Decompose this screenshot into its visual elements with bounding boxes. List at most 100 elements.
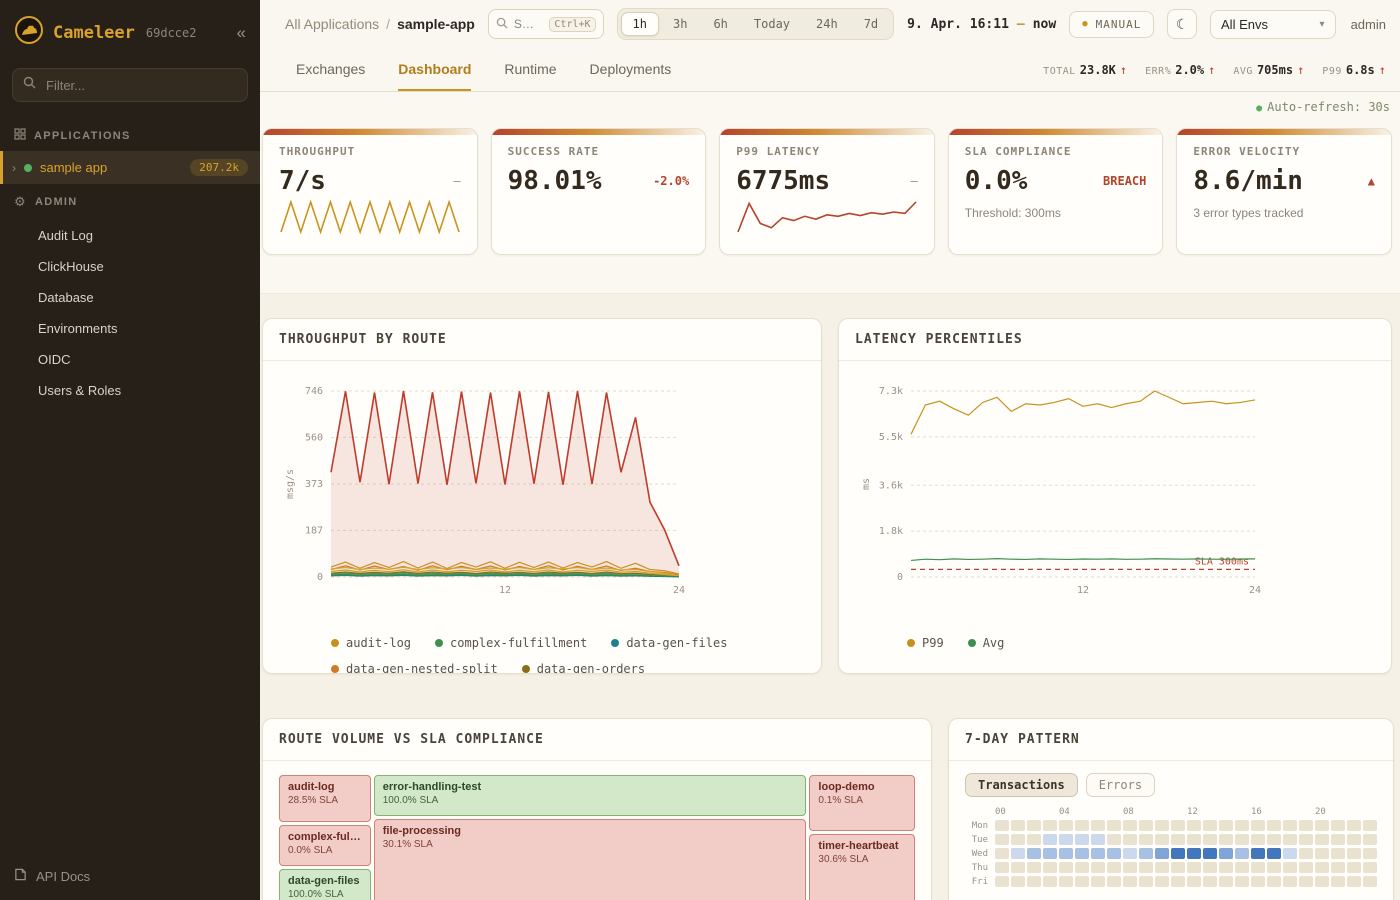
route-volume-sla-card: ROUTE VOLUME VS SLA COMPLIANCE audit-log… [262, 718, 932, 900]
user-menu[interactable]: admin [1351, 17, 1386, 32]
manual-refresh-button[interactable]: ● MANUAL [1069, 11, 1154, 38]
heatmap-cell [1267, 820, 1281, 831]
heatmap-cell [1363, 834, 1377, 845]
period-from: 9. Apr. 16:11 [907, 17, 1009, 32]
up-triangle-icon: ▲ [1368, 174, 1375, 188]
dashboard-content: ●Auto-refresh: 30s THROUGHPUT 7/s– SUCCE… [260, 92, 1400, 900]
sidebar-item-audit-log[interactable]: Audit Log [0, 220, 260, 251]
search-icon [496, 17, 508, 32]
legend-item-data-gen-files[interactable]: data-gen-files [611, 636, 727, 650]
kpi-value: 98.01% [508, 166, 602, 196]
heatmap-cell [1331, 848, 1345, 859]
time-period[interactable]: 9. Apr. 16:11 — now [907, 17, 1056, 32]
range-today[interactable]: Today [742, 12, 802, 36]
heatmap-cell [1139, 820, 1153, 831]
sidebar-filter-input[interactable] [44, 77, 237, 94]
heatmap-cell [1219, 876, 1233, 887]
kpi-error-velocity: ERROR VELOCITY 8.6/min▲ 3 error types tr… [1176, 128, 1392, 255]
dark-mode-toggle[interactable]: ☾ [1167, 9, 1197, 39]
route-legend: audit-log complex-fulfillment data-gen-fil… [279, 622, 805, 674]
card-title: 7-DAY PATTERN [965, 732, 1377, 747]
heatmap-cell [1283, 876, 1297, 887]
sidebar-collapse-button[interactable]: « [237, 23, 246, 43]
tab-exchanges[interactable]: Exchanges [296, 48, 365, 91]
legend-item-Avg[interactable]: Avg [968, 636, 1005, 650]
api-docs-link[interactable]: API Docs [0, 852, 260, 900]
heatmap-cell [1107, 820, 1121, 831]
svg-text:msg/s: msg/s [285, 469, 296, 499]
range-1h[interactable]: 1h [621, 12, 659, 36]
heatmap-cell [1123, 820, 1137, 831]
sidebar-item-users-roles[interactable]: Users & Roles [0, 375, 260, 406]
range-3h[interactable]: 3h [661, 12, 699, 36]
legend-item-data-gen-orders[interactable]: data-gen-orders [522, 662, 645, 674]
sidebar: Cameleer 69dcce2 « APPLICATIONS › sample… [0, 0, 260, 900]
charts-row: THROUGHPUT BY ROUTE 01873735607461224msg… [260, 294, 1400, 674]
heatmap-cell [1155, 848, 1169, 859]
treemap-cell-loop-demo[interactable]: loop-demo0.1% SLA [809, 775, 915, 831]
legend-item-data-gen-nested-split[interactable]: data-gen-nested-split [331, 662, 498, 674]
heatmap-cell [1171, 862, 1185, 873]
heatmap-cell [1363, 820, 1377, 831]
legend-label: P99 [922, 636, 944, 650]
heatmap-cell [1123, 834, 1137, 845]
svg-text:12: 12 [1077, 585, 1089, 596]
latency-percentiles-card: LATENCY PERCENTILES 01.8k3.6k5.5k7.3k122… [838, 318, 1392, 674]
treemap-cell-audit-log[interactable]: audit-log28.5% SLA [279, 775, 371, 822]
heatmap-cell [1171, 820, 1185, 831]
environment-select[interactable]: All Envs ▾ [1210, 10, 1336, 39]
svg-text:0: 0 [897, 572, 903, 583]
sidebar-item-clickhouse[interactable]: ClickHouse [0, 251, 260, 282]
heatmap-cell [1011, 834, 1025, 845]
heatmap-cell [1267, 848, 1281, 859]
heatmap-cell [1091, 820, 1105, 831]
heatmap-cell [1011, 862, 1025, 873]
up-arrow-icon: ↑ [1208, 63, 1215, 77]
range-7d[interactable]: 7d [852, 12, 890, 36]
sidebar-item-database[interactable]: Database [0, 282, 260, 313]
heatmap-cell [1187, 834, 1201, 845]
heatmap-x-label: 04 [1059, 807, 1073, 817]
legend-item-complex-fulfillment[interactable]: complex-fulfillment [435, 636, 587, 650]
legend-item-P99[interactable]: P99 [907, 636, 944, 650]
heatmap-cell [1107, 848, 1121, 859]
heatmap-cell [1299, 834, 1313, 845]
xy-chart-svg: 01.8k3.6k5.5k7.3k1224msSLA 300ms [855, 369, 1375, 617]
sidebar-filter [12, 68, 248, 102]
treemap-cell-complex-fulfillment[interactable]: complex-fulfillment0.0% SLA [279, 825, 371, 866]
kpi-sla-compliance: SLA COMPLIANCE 0.0%BREACH Threshold: 300… [948, 128, 1164, 255]
range-24h[interactable]: 24h [804, 12, 850, 36]
heatmap-cell [1347, 862, 1361, 873]
heatmap-cell [1027, 820, 1041, 831]
breadcrumb-all-applications[interactable]: All Applications [285, 16, 379, 32]
treemap-cell-timer-heartbeat[interactable]: timer-heartbeat30.6% SLA [809, 834, 915, 900]
sidebar-item-oidc[interactable]: OIDC [0, 344, 260, 375]
heatmap-cell [1363, 876, 1377, 887]
heatmap-cell [1251, 820, 1265, 831]
treemap-cell-name: audit-log [288, 781, 362, 793]
toggle-errors[interactable]: Errors [1086, 773, 1155, 797]
brand-name: Cameleer [53, 23, 135, 43]
heatmap-cell [1315, 848, 1329, 859]
treemap-cell-error-handling-test[interactable]: error-handling-test100.0% SLA [374, 775, 806, 816]
treemap-cell-sla: 0.0% SLA [288, 845, 362, 856]
tab-deployments[interactable]: Deployments [590, 48, 672, 91]
range-6h[interactable]: 6h [701, 12, 739, 36]
heatmap-cell [1059, 848, 1073, 859]
tab-runtime[interactable]: Runtime [504, 48, 556, 91]
sidebar-item-environments[interactable]: Environments [0, 313, 260, 344]
heatmap-cell [1283, 820, 1297, 831]
sidebar-item-sample-app[interactable]: › sample app 207.2k [0, 151, 260, 184]
global-search-input[interactable]: S… Ctrl+K [488, 9, 604, 39]
legend-item-audit-log[interactable]: audit-log [331, 636, 411, 650]
treemap-cell-data-gen-files[interactable]: data-gen-files100.0% SLA [279, 869, 371, 900]
heatmap-cell [1187, 862, 1201, 873]
treemap-cell-file-processing[interactable]: file-processing30.1% SLA [374, 819, 806, 900]
toggle-transactions[interactable]: Transactions [965, 773, 1078, 797]
legend-label: data-gen-orders [537, 662, 645, 674]
tab-dashboard[interactable]: Dashboard [398, 48, 471, 91]
heatmap-cell [1075, 820, 1089, 831]
stat-avg: AVG705ms↑ [1233, 63, 1304, 77]
gear-icon: ⚙ [14, 194, 27, 210]
heatmap-row-label: Wed [965, 849, 993, 859]
